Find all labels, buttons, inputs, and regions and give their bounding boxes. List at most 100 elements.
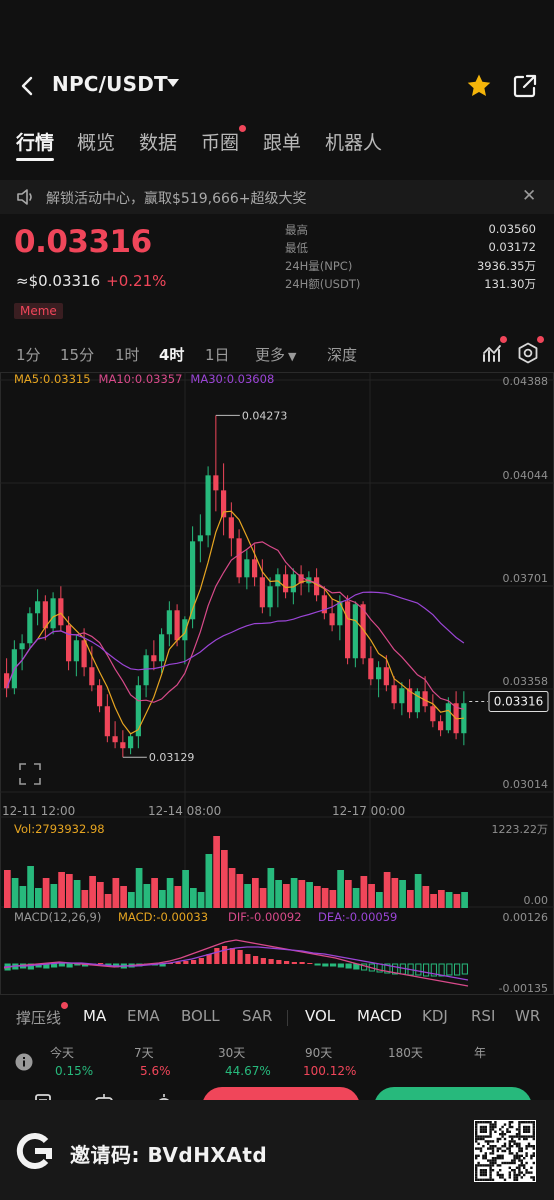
candle-body [4, 673, 10, 689]
macd-histogram-bar [438, 963, 445, 977]
candle-body [228, 517, 234, 539]
qr-module [503, 1137, 507, 1141]
qr-module [484, 1171, 487, 1174]
pair-title[interactable]: NPC/USDT [52, 72, 168, 96]
share-icon[interactable] [511, 72, 539, 100]
announcement-bar[interactable]: 解锁活动中心，赢取$519,666+超级大奖 ✕ [0, 180, 554, 214]
info-icon[interactable] [14, 1052, 34, 1072]
close-icon[interactable]: ✕ [522, 186, 536, 206]
qr-module [484, 1152, 487, 1155]
qr-module [525, 1128, 528, 1131]
qr-module [491, 1161, 495, 1165]
last-price: 0.03316 [14, 224, 152, 260]
back-arrow-icon[interactable] [14, 72, 42, 100]
qr-module [475, 1133, 478, 1136]
qr-module [515, 1157, 519, 1160]
qr-module [479, 1171, 483, 1174]
indicator-macd[interactable]: MACD [357, 1007, 402, 1025]
qr-module [499, 1169, 502, 1172]
qr-module [513, 1157, 516, 1160]
candle-body [58, 598, 64, 626]
candle-body [97, 685, 103, 707]
interval-4h[interactable]: 4时 [159, 344, 184, 365]
qr-module [513, 1169, 516, 1172]
tab-market[interactable]: 行情 [16, 128, 54, 155]
notification-dot [500, 336, 507, 343]
volume-bar [391, 878, 399, 908]
qr-module [489, 1159, 492, 1162]
indicator-wr[interactable]: WR [515, 1007, 540, 1025]
interval-15m[interactable]: 15分 [60, 344, 94, 365]
qr-module [532, 1152, 535, 1155]
interval-more[interactable]: 更多 ▼ [255, 344, 296, 365]
candle-body [66, 625, 72, 662]
qr-module [487, 1178, 490, 1181]
qr-module [532, 1128, 535, 1131]
qr-module [482, 1128, 485, 1131]
qr-module [501, 1125, 504, 1129]
exchange-logo-icon [16, 1133, 52, 1169]
star-favorite-icon[interactable] [465, 72, 493, 100]
candle-body [391, 685, 397, 704]
interval-1d[interactable]: 1日 [205, 344, 230, 365]
qr-module [508, 1147, 511, 1150]
qr-module [499, 1147, 502, 1150]
indicator-boll[interactable]: BOLL [181, 1007, 220, 1025]
interval-1m[interactable]: 1分 [16, 344, 41, 365]
qr-module [491, 1145, 495, 1148]
macd-histogram-bar [276, 960, 282, 964]
candle-body [376, 667, 382, 680]
interval-depth[interactable]: 深度 [327, 344, 357, 365]
indicator-sar[interactable]: SAR [242, 1007, 272, 1025]
qr-module [494, 1121, 497, 1124]
qr-module [475, 1130, 478, 1133]
qr-module [475, 1125, 478, 1129]
settings-hexagon-icon[interactable] [516, 341, 540, 365]
volume-bar [259, 888, 267, 908]
qr-module [479, 1149, 483, 1153]
tab-data[interactable]: 数据 [139, 128, 177, 155]
qr-module [489, 1171, 492, 1174]
macd-histogram-bar [330, 963, 337, 967]
tab-coin-circle[interactable]: 币圈 [201, 128, 239, 155]
category-badge[interactable]: Meme [14, 303, 63, 319]
indicator-support-resistance[interactable]: 撑压线 [16, 1007, 61, 1028]
tab-copy-trade[interactable]: 跟单 [263, 128, 301, 155]
volume-bar [438, 890, 445, 908]
qr-module [489, 1176, 492, 1179]
qr-module [491, 1164, 495, 1167]
macd-histogram-bar [66, 963, 73, 968]
low-price-label: 0.03129 [149, 751, 195, 764]
qr-module [530, 1171, 533, 1174]
candle-body [205, 475, 211, 536]
kline-chart[interactable]: 0.04388 0.04044 0.03701 0.03358 0.03014 12-11… [0, 372, 554, 997]
indicator-kdj[interactable]: KDJ [422, 1007, 448, 1025]
volume-bar [290, 878, 298, 908]
qr-module [532, 1178, 535, 1181]
indicator-ma[interactable]: MA [83, 1007, 106, 1025]
qr-module [487, 1121, 490, 1124]
volume-bar [329, 890, 337, 908]
perf-30d-label: 30天 [218, 1046, 246, 1060]
qr-module [484, 1130, 487, 1133]
qr-module [491, 1125, 495, 1129]
qr-module [520, 1171, 523, 1174]
candle-body [368, 658, 374, 680]
volume-bar [11, 878, 19, 908]
qr-module [518, 1157, 521, 1160]
interval-1h[interactable]: 1时 [115, 344, 140, 365]
indicator-rsi[interactable]: RSI [471, 1007, 495, 1025]
tab-robot[interactable]: 机器人 [325, 128, 382, 155]
caret-down-icon[interactable] [167, 79, 179, 87]
qr-module [487, 1135, 490, 1138]
indicator-ema[interactable]: EMA [127, 1007, 160, 1025]
perf-year-label: 年 [474, 1046, 487, 1060]
qr-module [496, 1164, 499, 1167]
qr-code-icon[interactable] [474, 1120, 536, 1182]
candle-body [267, 586, 273, 608]
tab-overview[interactable]: 概览 [77, 128, 115, 155]
qr-module [525, 1171, 528, 1174]
indicator-chart-icon[interactable] [481, 342, 503, 364]
indicator-vol[interactable]: VOL [305, 1007, 335, 1025]
usd-price: ≈$0.03316 [16, 272, 101, 290]
